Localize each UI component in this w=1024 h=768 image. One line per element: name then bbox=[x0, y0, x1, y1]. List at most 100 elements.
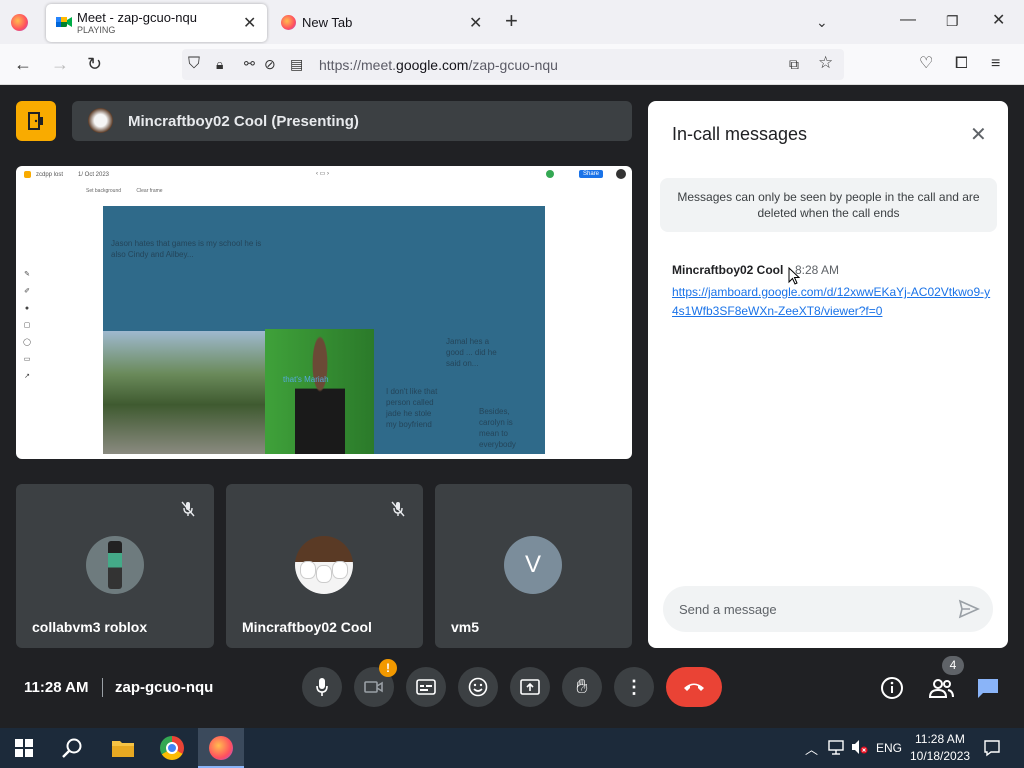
sticky-note-text: Jason hates that games is my school he i… bbox=[111, 239, 262, 259]
url-bar[interactable]: ⛉ 🔒︎ ⚯ ⊘ ▤ https://meet.google.com/zap-g… bbox=[182, 49, 844, 80]
close-tab-icon[interactable]: ✕ bbox=[469, 13, 482, 33]
roblox-figure bbox=[108, 541, 122, 589]
list-all-tabs-chevron-icon[interactable]: ⌄ bbox=[816, 12, 828, 32]
participant-avatar: V bbox=[504, 536, 562, 594]
file-explorer-icon[interactable] bbox=[111, 738, 135, 763]
chat-icon[interactable] bbox=[976, 677, 1000, 704]
tab-new-tab[interactable]: New Tab ✕ bbox=[272, 4, 493, 42]
participant-name: collabvm3 roblox bbox=[32, 619, 148, 635]
jamboard-menu-item: Set background bbox=[86, 188, 122, 194]
tab-title: Meet - zap-gcuo-nqu bbox=[77, 10, 197, 25]
jamboard-share-button: Share bbox=[579, 170, 604, 178]
jamboard-toolbar: ✎ ✐ ● ▢ ◯ ▭ ↗ bbox=[23, 271, 31, 380]
back-arrow-icon[interactable]: ← bbox=[14, 54, 32, 74]
jamboard-avatar bbox=[616, 169, 626, 179]
present-screen-button[interactable] bbox=[510, 667, 550, 707]
chicken-figure bbox=[333, 562, 347, 578]
raise-hand-button[interactable]: ✋︎ bbox=[562, 667, 602, 707]
jamboard-title: zcdpp lost bbox=[36, 172, 64, 178]
chrome-icon[interactable] bbox=[160, 736, 184, 760]
more-options-button[interactable]: ⋮ bbox=[614, 667, 654, 707]
menu-hamburger-icon[interactable]: ≡ bbox=[991, 54, 1000, 74]
windows-start-icon[interactable] bbox=[15, 739, 33, 762]
restore-icon[interactable]: ❐ bbox=[946, 11, 959, 31]
captions-button[interactable] bbox=[406, 667, 446, 707]
windows-taskbar: ︿ ENG 11:28 AM 10/18/2023 bbox=[0, 728, 1024, 768]
screen-share-indicator-icon[interactable]: ⧉ bbox=[789, 54, 799, 74]
chicken-figure bbox=[301, 562, 315, 578]
taskbar-time[interactable]: 11:28 AM bbox=[915, 732, 965, 746]
photo-caption: that's Mariah bbox=[283, 375, 329, 384]
jamboard-canvas: Jason hates that games is my school he i… bbox=[103, 206, 545, 454]
microphone-button[interactable] bbox=[302, 667, 342, 707]
participant-tile[interactable]: Mincraftboy02 Cool bbox=[226, 484, 423, 648]
taskbar-firefox-active[interactable] bbox=[198, 728, 244, 768]
photo-person: that's Mariah bbox=[265, 329, 374, 454]
close-panel-icon[interactable]: ✕ bbox=[970, 122, 987, 147]
presenter-avatar bbox=[88, 108, 113, 133]
jamboard-date: 1/ Oct 2023 bbox=[78, 172, 110, 178]
tab-playing-label: PLAYING bbox=[77, 25, 116, 35]
chat-notice: Messages can only be seen by people in t… bbox=[660, 178, 997, 232]
divider bbox=[102, 678, 103, 697]
companion-mode-icon[interactable] bbox=[16, 101, 56, 141]
jamboard-header: zcdpp lost 1/ Oct 2023 ‹ ▭ › Share bbox=[16, 166, 632, 184]
firefox-view-icon[interactable] bbox=[11, 14, 28, 31]
autoplay-blocked-icon: ⊘ bbox=[264, 56, 276, 72]
panel-title: In-call messages bbox=[672, 124, 808, 144]
network-icon[interactable] bbox=[827, 738, 845, 761]
emoji-reaction-button[interactable] bbox=[458, 667, 498, 707]
meeting-code: zap-gcuo-nqu bbox=[115, 679, 214, 696]
firefox-favicon bbox=[281, 15, 296, 30]
forward-arrow-icon[interactable]: → bbox=[51, 54, 69, 74]
message-input-placeholder: Send a message bbox=[679, 602, 777, 617]
meet-app: Mincraftboy02 Cool (Presenting) zcdpp lo… bbox=[0, 85, 1024, 728]
chicken-figure bbox=[317, 566, 331, 582]
message-time: 8:28 AM bbox=[795, 263, 840, 277]
url-path: /zap-gcuo-nqu bbox=[468, 57, 558, 73]
participant-tile[interactable]: collabvm3 roblox bbox=[16, 484, 214, 648]
show-hidden-icons-chevron[interactable]: ︿ bbox=[805, 739, 818, 758]
camera-button[interactable]: ! bbox=[354, 659, 397, 707]
pocket-icon[interactable]: ♡ bbox=[919, 54, 933, 74]
message-input[interactable]: Send a message bbox=[663, 586, 993, 632]
taskbar-date[interactable]: 10/18/2023 bbox=[910, 749, 970, 763]
browser-tab-strip: Meet - zap-gcuo-nqu PLAYING ✕ New Tab ✕ … bbox=[0, 0, 1024, 44]
people-icon[interactable] bbox=[928, 677, 954, 704]
participant-avatar bbox=[86, 536, 144, 594]
tab-meet[interactable]: Meet - zap-gcuo-nqu PLAYING ✕ bbox=[46, 4, 267, 42]
message-link[interactable]: https://jamboard.google.com/d/12xwwEKaYj… bbox=[672, 283, 992, 321]
send-icon[interactable] bbox=[958, 598, 980, 625]
photo-park bbox=[103, 331, 265, 454]
input-language[interactable]: ENG bbox=[876, 741, 902, 755]
reload-icon[interactable]: ↻ bbox=[87, 54, 102, 74]
person-figure bbox=[295, 334, 345, 454]
message-sender: Mincraftboy02 Cool bbox=[672, 263, 784, 277]
new-tab-plus-icon[interactable]: + bbox=[505, 10, 518, 32]
tab-title: New Tab bbox=[302, 15, 353, 30]
people-count-badge: 4 bbox=[942, 656, 964, 675]
participant-name: vm5 bbox=[451, 619, 480, 635]
shared-screen-tile[interactable]: zcdpp lost 1/ Oct 2023 ‹ ▭ › Share Set b… bbox=[16, 166, 632, 459]
volume-muted-icon[interactable] bbox=[850, 738, 868, 761]
bookmark-star-icon[interactable]: ☆ bbox=[818, 53, 833, 73]
minimize-icon[interactable]: — bbox=[900, 10, 916, 30]
jamboard-green-icon bbox=[546, 170, 554, 178]
search-icon[interactable] bbox=[61, 737, 83, 764]
participant-tile[interactable]: V vm5 bbox=[435, 484, 632, 648]
firefox-icon bbox=[209, 736, 233, 760]
clock-time: 11:28 AM bbox=[24, 679, 89, 696]
sticky-note-text: I don't like that person called jade he … bbox=[386, 387, 438, 429]
close-window-icon[interactable]: ✕ bbox=[992, 11, 1005, 31]
extensions-icon[interactable]: ⧠ bbox=[955, 54, 968, 74]
leave-call-button[interactable] bbox=[666, 667, 722, 707]
jamboard-menu: Set background Clear frame bbox=[26, 188, 163, 194]
notifications-icon[interactable] bbox=[983, 739, 1001, 762]
meeting-details-icon[interactable] bbox=[880, 676, 904, 705]
mouse-cursor-icon bbox=[788, 266, 801, 290]
browser-toolbar: ← → ↻ ⛉ 🔒︎ ⚯ ⊘ ▤ https://meet.google.com… bbox=[0, 44, 1024, 85]
avatar-letter: V bbox=[524, 551, 541, 578]
close-tab-icon[interactable]: ✕ bbox=[243, 13, 256, 33]
sticky-note-text: Besides, carolyn is mean to everybody bbox=[479, 407, 516, 449]
url-prefix: https://meet. bbox=[319, 57, 397, 73]
